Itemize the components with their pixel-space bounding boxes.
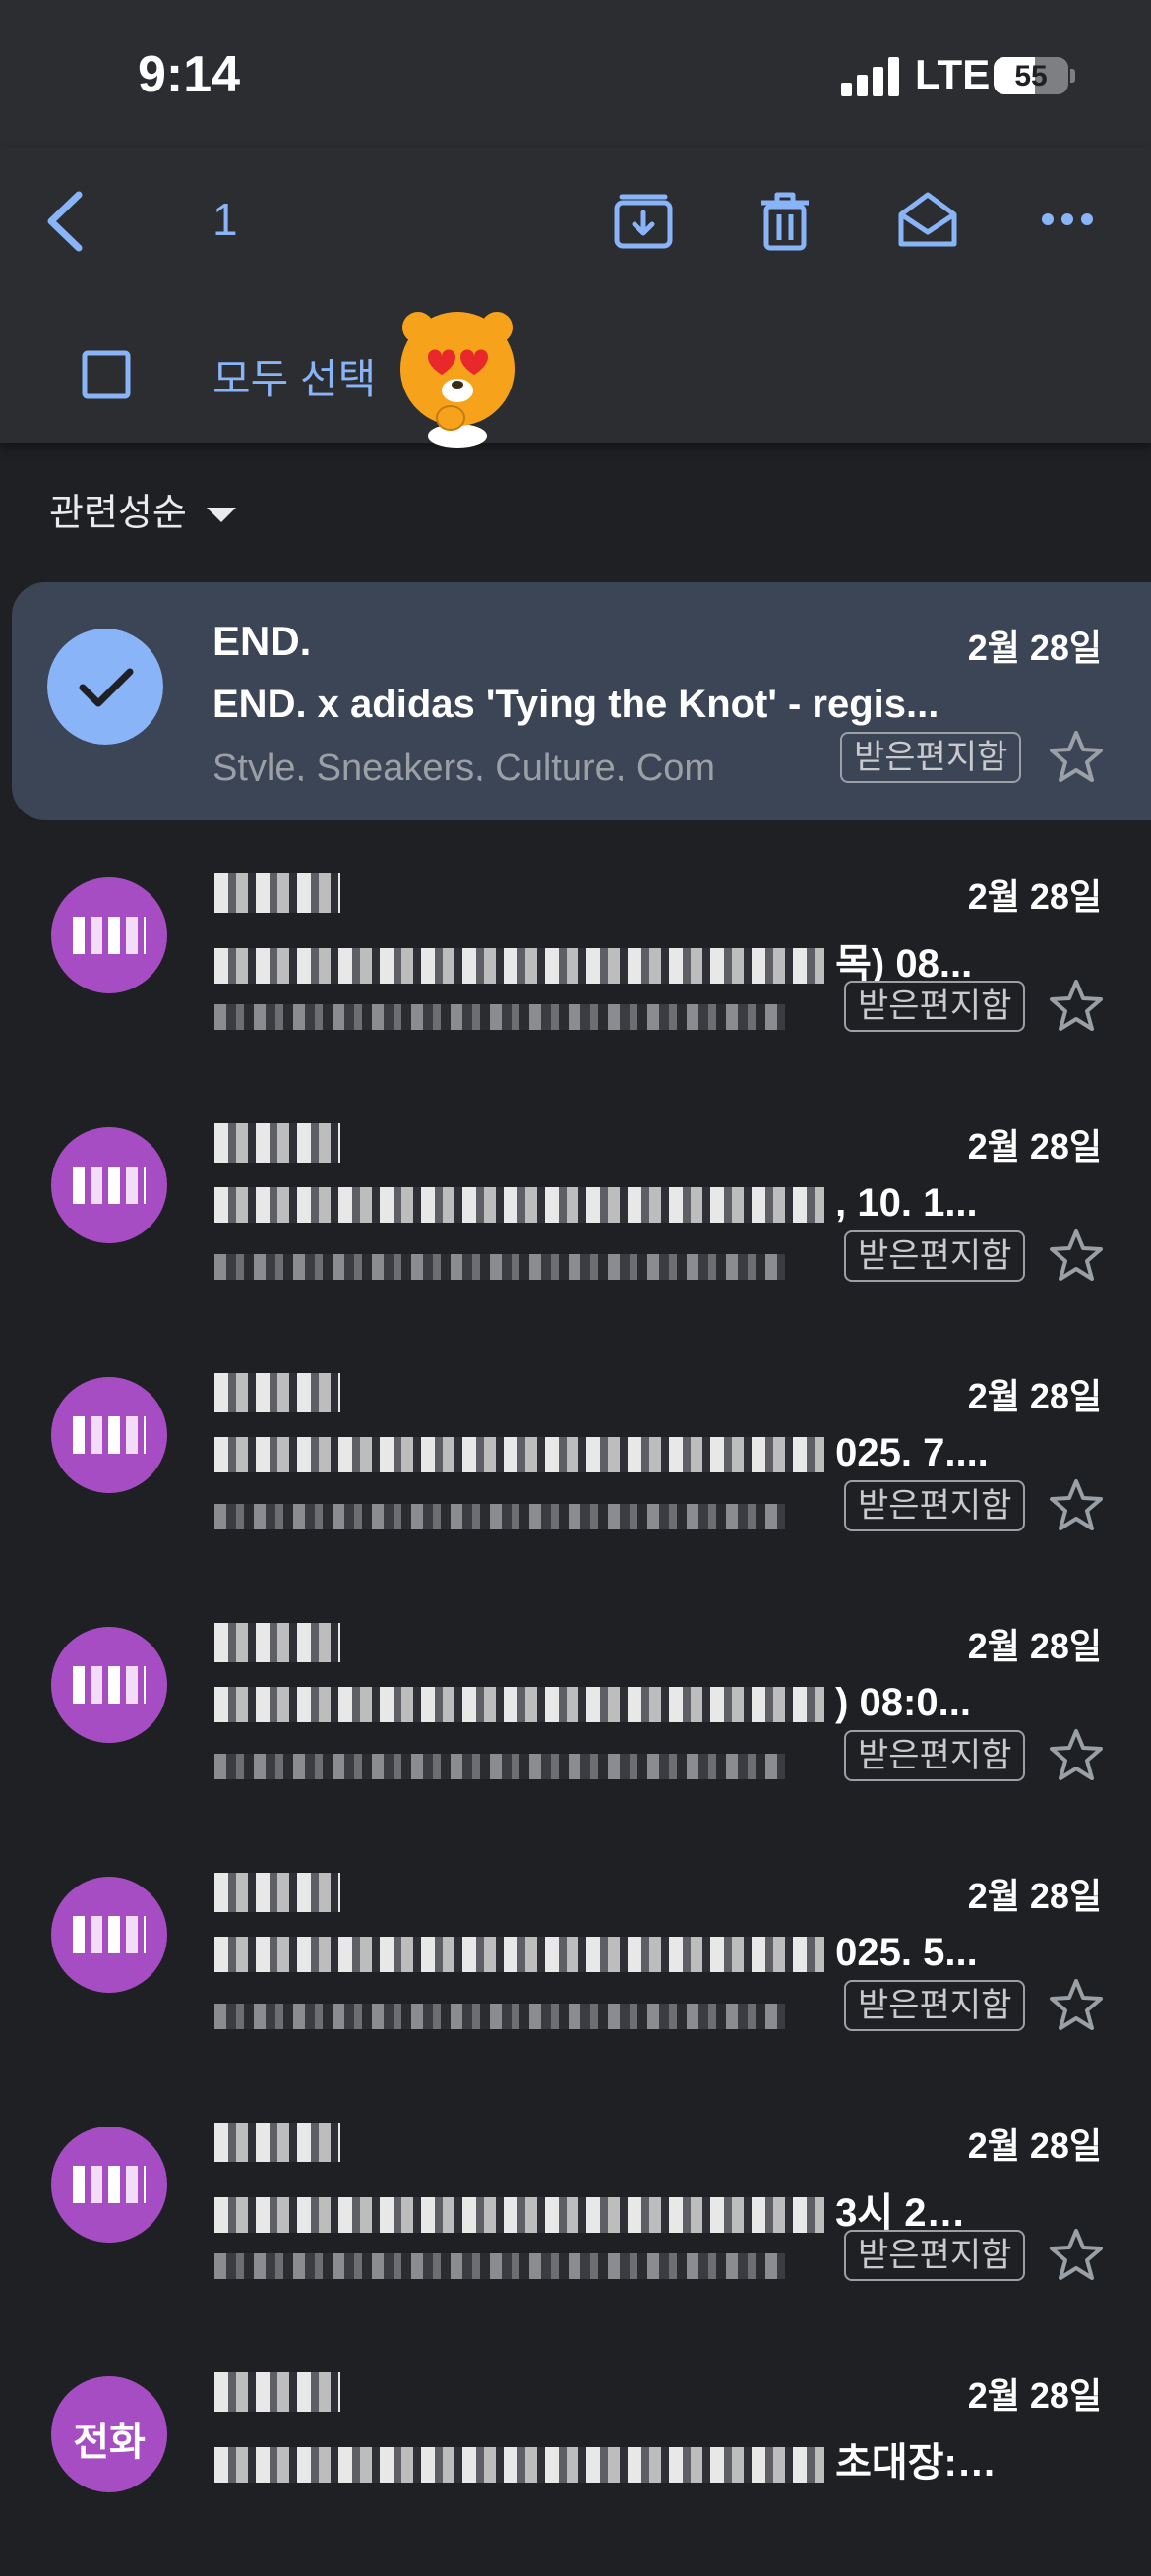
battery-tip xyxy=(1070,69,1075,83)
email-row[interactable]: 2월 28일 목) 08... 받은편지함 xyxy=(0,831,1151,1077)
star-icon[interactable] xyxy=(1047,977,1106,1036)
star-icon[interactable] xyxy=(1047,1227,1106,1286)
email-subject: 초대장: 수영 4시부 ( 커런에 3시 25분 차량옴... xyxy=(214,2430,1001,2487)
sender-name xyxy=(214,2366,340,2413)
inbox-label-chip: 받은편지함 xyxy=(844,2230,1026,2281)
inbox-label-chip: 받은편지함 xyxy=(844,1480,1026,1531)
email-row[interactable]: 전화 2월 28일 초대장: 수영 4시부 ( 커런에 3시 25분 차량옴... xyxy=(0,2330,1151,2576)
back-arrow-icon[interactable] xyxy=(41,187,91,256)
email-date: 2월 28일 xyxy=(967,1376,1102,1416)
avatar-initials-blurred xyxy=(73,1167,146,1204)
network-label: LTE xyxy=(915,51,991,97)
select-all-label[interactable]: 모두 선택 xyxy=(212,346,376,406)
sort-dropdown[interactable]: 관련성순 xyxy=(49,482,236,536)
email-snippet xyxy=(214,1246,824,1280)
star-icon[interactable] xyxy=(1047,1476,1106,1535)
email-date: 2월 28일 xyxy=(967,2126,1102,2166)
email-row[interactable]: END. 2월 28일 END. x adidas 'Tying the Knot'… xyxy=(12,582,1151,820)
email-row[interactable]: 2월 28일 3시 2… 받은편지함 xyxy=(0,2080,1151,2326)
avatar-initials-blurred xyxy=(73,1916,146,1953)
status-bar: 9:14 LTE 55 xyxy=(0,0,1151,148)
more-horizontal-icon[interactable] xyxy=(1041,205,1094,234)
sender-avatar[interactable] xyxy=(51,1127,167,1243)
status-time: 9:14 xyxy=(138,46,241,103)
selected-check-avatar-icon[interactable] xyxy=(47,629,163,745)
email-date: 2월 28일 xyxy=(967,2375,1102,2416)
email-date: 2월 28일 xyxy=(967,1626,1102,1666)
email-subject: 025. 5... xyxy=(214,1931,1001,1975)
sender-avatar[interactable] xyxy=(51,1627,167,1743)
sender-avatar[interactable] xyxy=(51,1877,167,1993)
email-subject: 025. 7.... xyxy=(214,1431,1001,1475)
email-subject: ) 08:0... xyxy=(214,1681,1001,1725)
email-row[interactable]: 2월 28일 , 10. 1... 받은편지함 xyxy=(0,1081,1151,1327)
email-row[interactable]: 2월 28일 025. 7.... 받은편지함 xyxy=(0,1331,1151,1577)
selection-toolbar xyxy=(0,148,1151,443)
email-snippet xyxy=(214,1996,824,2029)
email-snippet: Style, Sneakers, Culture, Com xyxy=(212,748,716,781)
sender-name xyxy=(214,1866,340,1913)
email-date: 2월 28일 xyxy=(967,1126,1102,1167)
archive-icon[interactable] xyxy=(612,189,675,252)
email-row[interactable]: 2월 28일 025. 5... 받은편지함 xyxy=(0,1830,1151,2076)
battery-level: 55 xyxy=(1014,60,1048,92)
sender-name: END. xyxy=(212,618,312,664)
inbox-label-chip: 받은편지함 xyxy=(844,1230,1026,1282)
email-snippet xyxy=(214,2495,824,2529)
sender-name xyxy=(214,1366,340,1413)
sender-avatar[interactable] xyxy=(51,2127,167,2243)
sender-name xyxy=(214,867,340,914)
avatar-initials-blurred xyxy=(73,2166,146,2203)
email-subject: , 10. 1... xyxy=(214,1181,1001,1226)
inbox-label-chip: 받은편지함 xyxy=(840,732,1022,783)
email-snippet xyxy=(214,2246,824,2279)
email-subject: END. x adidas 'Tying the Knot' - regis..… xyxy=(212,683,939,726)
inbox-label-chip: 받은편지함 xyxy=(844,1980,1026,2031)
sort-label: 관련성순 xyxy=(49,493,187,534)
selected-count: 1 xyxy=(212,194,238,245)
star-icon[interactable] xyxy=(1047,2226,1106,2285)
trash-icon[interactable] xyxy=(754,189,817,252)
sender-name xyxy=(214,1616,340,1663)
signal-icon xyxy=(841,57,902,96)
avatar-initials-blurred xyxy=(73,1416,146,1454)
sender-name xyxy=(214,2116,340,2163)
avatar-text: 전화 xyxy=(73,2421,146,2464)
sender-avatar[interactable] xyxy=(51,877,167,993)
battery-icon: 55 xyxy=(994,57,1068,94)
email-snippet xyxy=(214,996,824,1030)
email-snippet xyxy=(214,1496,824,1529)
inbox-label-chip: 받은편지함 xyxy=(844,981,1026,1032)
email-date: 2월 28일 xyxy=(967,1876,1102,1916)
star-icon[interactable] xyxy=(1047,728,1106,787)
star-icon[interactable] xyxy=(1047,1976,1106,2035)
sender-name xyxy=(214,1116,340,1164)
email-date: 2월 28일 xyxy=(967,628,1102,668)
sender-avatar[interactable]: 전화 xyxy=(51,2376,167,2492)
sticker-bear-hearts-icon xyxy=(400,312,515,448)
envelope-open-icon[interactable] xyxy=(895,187,960,252)
avatar-initials-blurred xyxy=(73,917,146,954)
email-row[interactable]: 2월 28일 ) 08:0... 받은편지함 xyxy=(0,1581,1151,1827)
star-icon[interactable] xyxy=(1047,1726,1106,1785)
select-all-checkbox[interactable] xyxy=(81,349,132,400)
caret-down-icon xyxy=(206,508,236,523)
email-snippet xyxy=(214,1746,824,1779)
sender-avatar[interactable] xyxy=(51,1377,167,1493)
email-date: 2월 28일 xyxy=(967,876,1102,917)
inbox-label-chip: 받은편지함 xyxy=(844,1730,1026,1781)
avatar-initials-blurred xyxy=(73,1666,146,1704)
